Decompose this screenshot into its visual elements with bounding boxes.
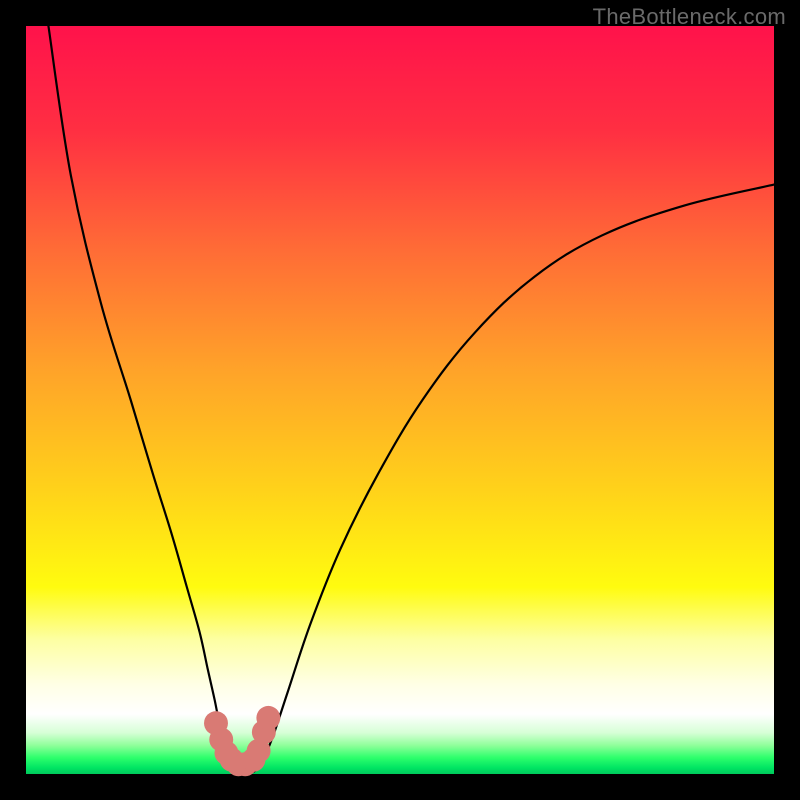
watermark-label: TheBottleneck.com [593, 4, 786, 30]
trough-marker [256, 706, 280, 730]
chart-svg [0, 0, 800, 800]
chart-background [26, 26, 774, 774]
chart-root: TheBottleneck.com [0, 0, 800, 800]
